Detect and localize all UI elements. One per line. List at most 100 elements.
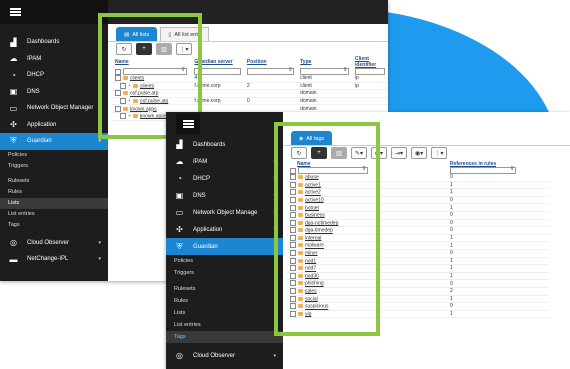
column-header-name[interactable]: Name	[112, 56, 191, 68]
row-name[interactable]: botnet	[305, 205, 319, 211]
view-button[interactable]: ◉▾	[411, 147, 427, 159]
column-header-server[interactable]: Guardian server	[191, 56, 244, 68]
row-checkbox[interactable]	[115, 105, 121, 112]
table-row[interactable]: phishing 0	[287, 279, 549, 288]
sidebar-item-dns[interactable]: ▣ DNS ▾	[166, 187, 283, 204]
column-header-client-identifier[interactable]: Client identifier	[352, 56, 388, 68]
row-name[interactable]: internal	[305, 235, 321, 241]
menu-button[interactable]	[176, 114, 200, 134]
sidebar-item-application[interactable]: ✣ Application ▾	[0, 117, 108, 134]
submenu-item-triggers[interactable]: Triggers	[0, 161, 108, 172]
sidebar-item-dashboards[interactable]: ▟ Dashboards	[0, 34, 108, 51]
delete-button[interactable]: ▥	[331, 147, 347, 159]
server-filter-input[interactable]	[194, 68, 241, 75]
sidebar-item-netchange-ipl[interactable]: ▬ NetChange-IPL ▾	[0, 251, 108, 268]
tab-all-lists[interactable]: ▤ All lists	[116, 27, 158, 41]
sidebar-item-guardian[interactable]: ⛨ Guardian ▾	[166, 238, 283, 255]
row-checkbox[interactable]	[115, 75, 121, 82]
row-checkbox[interactable]	[290, 189, 296, 196]
add-button[interactable]: +	[136, 43, 152, 55]
submenu-item-rules[interactable]: Rules	[0, 187, 108, 198]
row-checkbox[interactable]	[290, 272, 296, 279]
sidebar-item-network-object-manager[interactable]: ▭ Network Object Manager ▾	[0, 100, 108, 117]
submenu-item-tags[interactable]: Tags	[0, 220, 108, 231]
name-filter-input[interactable]: ⊽	[298, 166, 368, 174]
row-name[interactable]: known.apps	[140, 113, 167, 119]
position-filter-input[interactable]: ⊽	[246, 67, 295, 75]
row-name[interactable]: suspicious	[305, 304, 328, 310]
submenu-item-tags[interactable]: Tags	[166, 331, 283, 343]
row-checkbox[interactable]	[290, 174, 296, 181]
edit-button[interactable]: ✎▾	[351, 147, 367, 159]
row-checkbox[interactable]	[120, 82, 126, 89]
row-checkbox[interactable]	[120, 113, 126, 120]
sidebar-item-dhcp[interactable]: ◔ DHCP ▾	[0, 67, 108, 84]
row-name[interactable]: osf.pulse.atp	[130, 91, 158, 97]
row-checkbox[interactable]	[290, 310, 296, 317]
references-filter-input[interactable]: ⊽	[450, 166, 516, 174]
row-checkbox[interactable]	[290, 250, 296, 257]
sidebar-item-cloud-observer[interactable]: ◎ Cloud Observer ▾	[166, 347, 283, 364]
select-all-checkbox[interactable]	[290, 167, 296, 174]
table-row[interactable]: dga-timedep 0	[287, 226, 549, 235]
table-row[interactable]: abuse 0	[287, 174, 549, 182]
row-name[interactable]: clients	[140, 83, 154, 89]
more-actions-button[interactable]: ⋮▾	[176, 43, 192, 55]
row-name[interactable]: active10	[305, 197, 324, 203]
expand-icon[interactable]: +	[128, 98, 131, 104]
table-row[interactable]: business 0	[287, 211, 549, 220]
sidebar-item-dhcp[interactable]: ◔ DHCP ▾	[166, 170, 283, 187]
sidebar-item-cloud-observer[interactable]: ◎ Cloud Observer ▾	[0, 235, 108, 252]
sidebar-item-guardian[interactable]: ⛨ Guardian ▾	[0, 133, 108, 150]
row-checkbox[interactable]	[290, 227, 296, 234]
sidebar-item-ipam[interactable]: ☁ IPAM ▾	[166, 153, 283, 170]
row-name[interactable]: active1	[305, 182, 321, 188]
row-checkbox[interactable]	[120, 97, 126, 104]
tab-all-tags[interactable]: ◈ All tags	[291, 131, 333, 145]
row-checkbox[interactable]	[290, 212, 296, 219]
table-row[interactable]: suspicious 0	[287, 302, 549, 311]
submenu-item-policies[interactable]: Policies	[0, 150, 108, 161]
row-checkbox[interactable]	[290, 295, 296, 302]
submenu-item-rules[interactable]: Rules	[166, 295, 283, 307]
select-all-checkbox[interactable]	[115, 68, 121, 75]
table-row[interactable]: social 1	[287, 295, 549, 304]
submenu-item-policies[interactable]: Policies	[166, 255, 283, 267]
table-row[interactable]: + osf.pulse.atp f.acme.corp 0 domain	[112, 97, 388, 106]
submenu-item-triggers[interactable]: Triggers	[166, 267, 283, 279]
table-row[interactable]: botnet 1	[287, 203, 549, 212]
row-name[interactable]: osf.pulse.atp	[140, 98, 168, 104]
delete-button[interactable]: ▥	[156, 43, 172, 55]
row-checkbox[interactable]	[290, 204, 296, 211]
menu-button[interactable]	[0, 0, 108, 24]
row-checkbox[interactable]	[290, 234, 296, 241]
expand-icon[interactable]: +	[128, 83, 131, 89]
row-name[interactable]: nod30	[305, 273, 319, 279]
row-name[interactable]: dga-notimedep	[305, 220, 338, 226]
table-row[interactable]: vip 1	[287, 310, 549, 319]
submenu-item-rulesets[interactable]: Rulesets	[166, 283, 283, 295]
row-name[interactable]: sales	[305, 288, 317, 294]
row-checkbox[interactable]	[290, 181, 296, 188]
row-checkbox[interactable]	[115, 90, 121, 97]
row-name[interactable]: active2	[305, 190, 321, 196]
client-filter-input[interactable]	[355, 68, 385, 75]
column-header-name[interactable]: Name	[287, 160, 447, 167]
sidebar-item-ipam[interactable]: ☁ IPAM ▾	[0, 51, 108, 68]
table-row[interactable]: osf.pulse.atp domain	[112, 89, 388, 98]
table-row[interactable]: sales 2	[287, 287, 549, 296]
row-name[interactable]: nod1	[305, 258, 316, 264]
submenu-item-lists[interactable]: Lists	[0, 197, 108, 209]
row-checkbox[interactable]	[290, 303, 296, 310]
table-row[interactable]: malware 1	[287, 241, 549, 250]
row-checkbox[interactable]	[290, 242, 296, 249]
row-checkbox[interactable]	[290, 219, 296, 226]
row-name[interactable]: abuse	[305, 174, 319, 180]
row-checkbox[interactable]	[290, 288, 296, 295]
sidebar-item-dashboards[interactable]: ▟ Dashboards	[166, 136, 283, 153]
row-name[interactable]: social	[305, 296, 318, 302]
row-name[interactable]: known.apps	[130, 106, 157, 112]
submenu-item-rulesets[interactable]: Rulesets	[0, 176, 108, 187]
table-row[interactable]: dga-notimedep 0	[287, 219, 549, 228]
row-checkbox[interactable]	[290, 257, 296, 264]
